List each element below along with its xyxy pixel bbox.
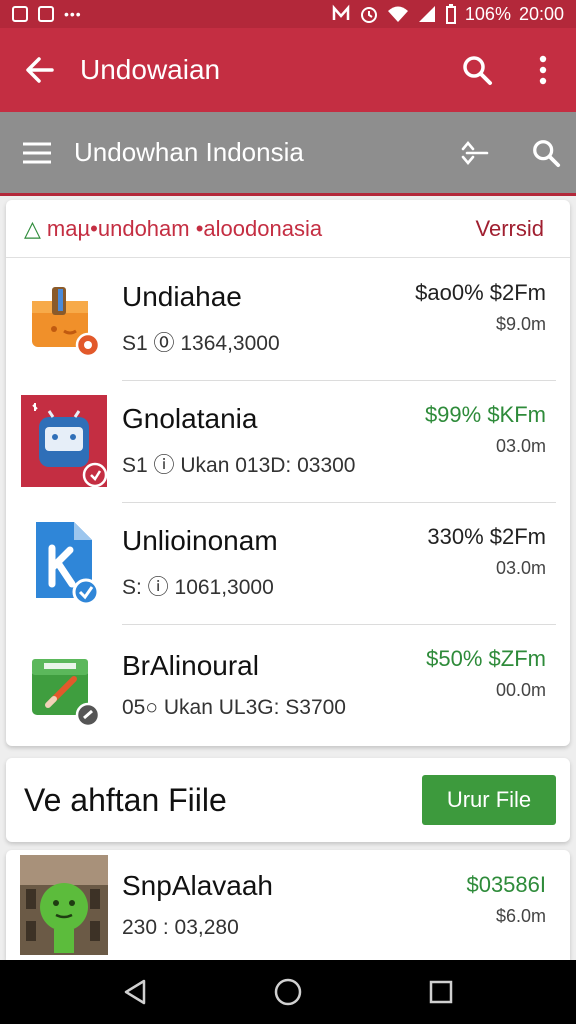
search-icon xyxy=(463,56,492,85)
file-section-card: Ve ahftan Fiile Urur File xyxy=(6,758,570,842)
alarm-icon xyxy=(360,7,377,23)
navigation-bar xyxy=(0,960,576,1024)
item-size: $6.0m xyxy=(495,906,546,926)
app-bar: Undowaian xyxy=(0,28,576,112)
item-price-block: $99% $KFm 03.0m xyxy=(425,402,546,457)
item-price: $50% $ZFm xyxy=(426,646,546,671)
item-size: $9.0m xyxy=(495,314,546,334)
item-price-block: $ао0% $2Fm $9.0m xyxy=(415,280,546,335)
status-bar: ••• 106% 20:00 xyxy=(0,0,576,28)
list-item[interactable]: Gnolatania S1 ⓘ Ukan 013D: 03300 $99% $K… xyxy=(6,380,570,502)
search-icon xyxy=(533,139,561,167)
status-right: 106% 20:00 xyxy=(331,4,564,25)
status-left: ••• xyxy=(12,6,82,22)
sim-notification-icon xyxy=(38,6,54,22)
status-time: 20:00 xyxy=(518,3,564,24)
signal-icon xyxy=(418,6,435,22)
nav-recents-icon[interactable] xyxy=(428,979,454,1005)
item-price: $ао0% $2Fm xyxy=(415,280,546,305)
back-button[interactable] xyxy=(0,55,80,85)
triangle-icon: △ xyxy=(24,215,41,241)
list-item[interactable]: SnpAlavaah 230 : 03,280 $03586I $6.0m xyxy=(6,850,570,960)
item-price-block: $50% $ZFm 00.0m xyxy=(426,646,546,701)
battery-icon xyxy=(445,4,456,24)
orange-box-icon xyxy=(6,258,122,380)
app-list-card: △ maµ•undoham •aloodonasia Verrsid Undia… xyxy=(6,200,570,746)
item-price-block: 330% $2Fm 03.0m xyxy=(427,524,546,579)
version-link[interactable]: Verrsid xyxy=(476,216,544,242)
sub-bar: Undowhan Indonsia xyxy=(0,112,576,196)
list-item[interactable]: BrAlinoural 05○ Ukan UL3G: S3700 $50% $Z… xyxy=(6,624,570,746)
file-button[interactable]: Urur File xyxy=(422,775,556,825)
list-header-left: △ maµ•undoham •aloodonasia xyxy=(24,216,322,242)
file-list-card: SnpAlavaah 230 : 03,280 $03586I $6.0m xyxy=(6,850,570,960)
list-header-title: maµ•undoham •aloodonasia xyxy=(46,215,323,241)
item-size: 03.0m xyxy=(495,436,546,456)
sub-bar-title: Undowhan Indonsia xyxy=(74,137,304,167)
sub-search-button[interactable] xyxy=(516,138,576,168)
item-price-block: $03586I $6.0m xyxy=(466,872,546,927)
blue-robot-icon xyxy=(6,380,122,502)
list-header: △ maµ•undoham •aloodonasia Verrsid xyxy=(6,200,570,258)
battery-level: 106% xyxy=(464,3,511,24)
image-notification-icon xyxy=(12,6,28,22)
item-price: $99% $KFm xyxy=(424,402,546,427)
overflow-menu-button[interactable] xyxy=(510,55,576,85)
list-item[interactable]: Undiahae S1 ⓪ 1364,3000 $ао0% $2Fm $9.0m xyxy=(6,258,570,380)
android-building-thumbnail xyxy=(6,844,122,966)
sort-icon xyxy=(461,140,489,165)
sort-button[interactable] xyxy=(430,139,516,167)
wifi-icon xyxy=(387,6,408,22)
green-box-icon xyxy=(6,624,122,746)
menu-button[interactable] xyxy=(0,141,74,165)
arrow-back-icon xyxy=(26,57,54,83)
nav-home-icon[interactable] xyxy=(273,977,303,1007)
item-size: 00.0m xyxy=(495,680,546,700)
document-k-icon xyxy=(6,502,122,624)
more-vert-icon xyxy=(539,55,547,85)
item-price: $03586I xyxy=(466,872,546,897)
nav-back-icon[interactable] xyxy=(122,978,148,1006)
app-title: Undowaian xyxy=(80,54,221,85)
section-title: Ve ahftan Fiile xyxy=(24,781,227,818)
list-item[interactable]: Unlioinonam S: ⓘ 1061,3000 330% $2Fm 03.… xyxy=(6,502,570,624)
nfc-icon xyxy=(332,4,350,20)
search-button[interactable] xyxy=(444,54,510,86)
hamburger-icon xyxy=(23,142,51,163)
item-price: 330% $2Fm xyxy=(427,524,546,549)
item-size: 03.0m xyxy=(495,558,546,578)
more-notifications-icon: ••• xyxy=(64,6,82,22)
